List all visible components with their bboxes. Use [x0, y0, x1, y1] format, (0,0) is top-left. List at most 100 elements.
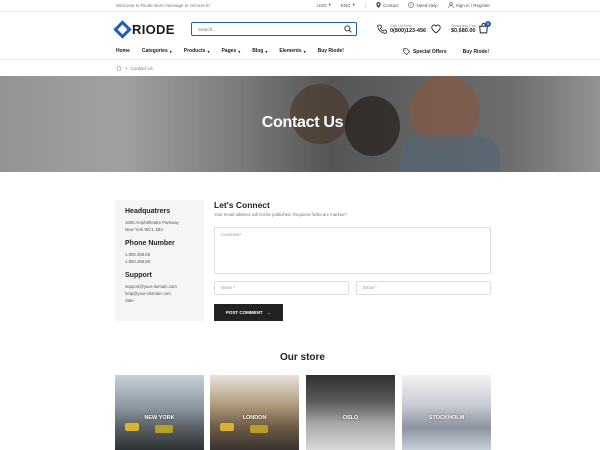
- chevron-down-icon: ▾: [265, 48, 268, 54]
- logo-mark-icon: [113, 20, 132, 39]
- chevron-down-icon: ▾: [238, 48, 241, 54]
- nav-label: Pages: [221, 48, 237, 54]
- search-input[interactable]: [198, 24, 338, 34]
- sign-in-label: Sign in / Register: [455, 2, 490, 8]
- special-offers-link[interactable]: Special Offers: [403, 48, 447, 55]
- post-comment-label: POST COMMENT: [225, 310, 263, 315]
- contact-label: Contact: [382, 2, 399, 8]
- breadcrumb: > Contact Us: [116, 65, 153, 71]
- comment-placeholder: Comment*: [221, 232, 242, 237]
- nav-item-blog[interactable]: Blog ▾: [252, 48, 267, 54]
- cart-amount: $0,680.00: [451, 28, 476, 34]
- welcome-message: Welcome to Riode store message or remove…: [116, 3, 210, 8]
- form-title: Let's Connect: [214, 200, 270, 210]
- currency-label: USD: [317, 2, 327, 8]
- need-help-link[interactable]: ? Need Help: [408, 2, 438, 8]
- top-bar-links: USD ▾ ENG ▾ Contact ? Need Help Sign in / …: [317, 2, 490, 8]
- home-icon[interactable]: [116, 65, 122, 71]
- headquarters-line: 1600 Amphitheatre Parkway: [125, 220, 179, 225]
- nav-item-products[interactable]: Products ▾: [184, 48, 210, 54]
- nav-item-buy-riode[interactable]: Buy Riode!: [318, 48, 344, 54]
- breadcrumb-separator: >: [125, 65, 128, 71]
- logo[interactable]: RIODE: [113, 20, 175, 39]
- store-city-label: OSLO: [342, 415, 359, 421]
- breadcrumb-current: Contact Us: [130, 65, 153, 71]
- store-city-label: NEW YORK: [144, 415, 175, 421]
- nav-item-home[interactable]: Home: [116, 48, 130, 54]
- help-circle-icon: ?: [408, 2, 415, 8]
- email-field[interactable]: Email *: [356, 281, 491, 295]
- nav-label: Buy Riode!: [317, 48, 344, 54]
- phone-title: Phone Number: [125, 240, 175, 247]
- store-section-title: Our store: [279, 352, 325, 363]
- comment-textarea[interactable]: Comment*: [214, 227, 491, 274]
- store-card-oslo[interactable]: OSLO: [306, 375, 395, 450]
- chevron-down-icon: ▾: [207, 48, 210, 54]
- page-title: Contact Us: [261, 114, 344, 131]
- store-card-london[interactable]: LONDON: [210, 375, 299, 450]
- call-number: 0(800)123-456: [390, 28, 427, 34]
- support-line: Sale: [125, 298, 134, 303]
- cart-summary[interactable]: Shopping Cart $0,680.00: [451, 23, 477, 34]
- post-comment-button[interactable]: POST COMMENT →: [214, 304, 283, 321]
- need-help-label: Need Help: [416, 2, 438, 8]
- nav-label: Products: [183, 48, 206, 54]
- nav-label: Categories: [141, 48, 168, 54]
- headquarters-title: Headquatrers: [125, 208, 171, 215]
- headquarters-line: New York WC1 1BA: [125, 227, 164, 232]
- email-placeholder: Email *: [363, 285, 377, 290]
- language-label: ENG: [340, 2, 351, 8]
- search-icon[interactable]: [344, 25, 352, 33]
- chevron-down-icon: ▾: [328, 2, 331, 7]
- store-photo-shape: [220, 423, 234, 431]
- nav-item-categories[interactable]: Categories ▾: [142, 48, 172, 54]
- location-pin-icon: [376, 2, 381, 8]
- contact-link[interactable]: Contact: [376, 2, 399, 8]
- chevron-down-icon: ▾: [352, 2, 355, 7]
- sign-in-link[interactable]: Sign in / Register: [448, 2, 490, 8]
- form-note: Your email address will not be published…: [214, 212, 348, 217]
- nav-label: Elements: [279, 48, 302, 54]
- name-placeholder: Name *: [221, 285, 236, 290]
- nav-label: Home: [116, 48, 130, 54]
- phone-block: Phone Number 1.800.458.56 1.800.458.56: [125, 240, 194, 265]
- phone-number[interactable]: 1.800.458.56: [125, 258, 194, 265]
- chevron-down-icon: ▾: [169, 48, 172, 54]
- nav-item-elements[interactable]: Elements ▾: [279, 48, 305, 54]
- tag-icon: [403, 48, 410, 55]
- search-box: [191, 22, 357, 36]
- name-field[interactable]: Name *: [214, 281, 349, 295]
- svg-text:?: ?: [410, 3, 412, 7]
- divider: [364, 2, 366, 8]
- call-us[interactable]: Call Us Now: 0(800)123-456: [377, 23, 426, 34]
- nav-label: Blog: [252, 48, 264, 54]
- headquarters-block: Headquatrers 1600 Amphitheatre Parkway N…: [125, 208, 194, 233]
- store-photo-shape: [155, 425, 173, 433]
- store-photo-shape: [125, 423, 139, 431]
- logo-text: RIODE: [132, 22, 175, 37]
- nav-extras: Special Offers Buy Riode!: [403, 48, 489, 55]
- store-card-new-york[interactable]: NEW YORK: [115, 375, 204, 450]
- store-city-label: STOCKHOLM: [428, 415, 465, 421]
- special-offers-label: Special Offers: [412, 48, 447, 55]
- arrow-right-icon: →: [266, 310, 272, 315]
- store-card-stockholm[interactable]: STOCKHOLM: [402, 375, 491, 450]
- language-select[interactable]: ENG ▾: [341, 2, 355, 8]
- hero-banner: Contact Us: [0, 76, 600, 172]
- phone-icon: [377, 24, 387, 34]
- support-email[interactable]: support@your-domain.com: [125, 283, 194, 290]
- nav-item-pages[interactable]: Pages ▾: [221, 48, 240, 54]
- chevron-down-icon: ▾: [303, 48, 306, 54]
- top-bar: Welcome to Riode store message or remove…: [0, 0, 600, 12]
- buy-riode-link[interactable]: Buy Riode!: [463, 48, 489, 55]
- nav-items: Home Categories ▾ Products ▾ Pages ▾ Blog ▾ …: [116, 48, 344, 54]
- support-block: Support support@your-domain.com help@you…: [125, 272, 194, 304]
- phone-number[interactable]: 1.800.458.56: [125, 251, 194, 258]
- currency-select[interactable]: USD ▾: [317, 2, 331, 8]
- support-email[interactable]: help@your-domain.com: [125, 290, 194, 297]
- cart-count-badge: 0: [485, 21, 491, 27]
- site-header: RIODE Call Us Now: 0(800)123-456 Shoppin…: [0, 12, 600, 45]
- heart-icon[interactable]: [431, 24, 441, 34]
- support-title: Support: [125, 272, 152, 279]
- store-city-label: LONDON: [242, 415, 267, 421]
